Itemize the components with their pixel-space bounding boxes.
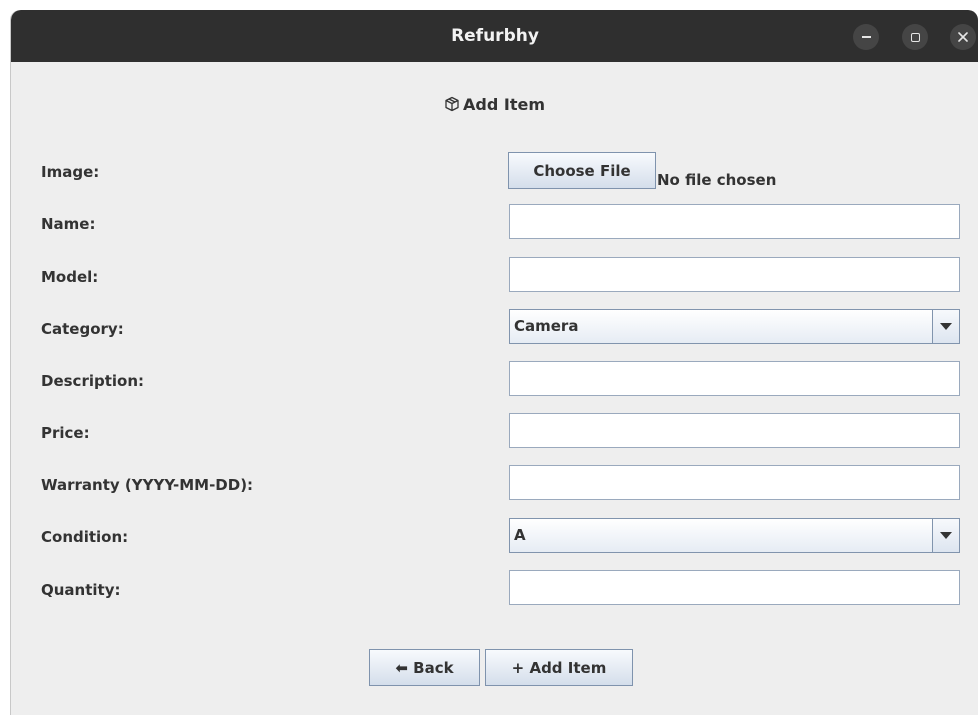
minimize-icon: [861, 36, 871, 38]
description-input[interactable]: [509, 361, 960, 396]
maximize-icon: [910, 32, 920, 42]
condition-label: Condition:: [41, 528, 129, 546]
chevron-down-icon: [940, 323, 952, 330]
category-dropdown-button[interactable]: [932, 310, 959, 343]
model-input[interactable]: [509, 257, 960, 292]
app-window: Refurbhy Add Item Image: Choose File No …: [10, 10, 978, 715]
category-select[interactable]: Camera: [509, 309, 960, 344]
condition-select[interactable]: A: [509, 518, 960, 553]
close-button[interactable]: [950, 24, 976, 50]
price-input[interactable]: [509, 413, 960, 448]
description-label: Description:: [41, 372, 145, 390]
title-bar[interactable]: Refurbhy: [11, 10, 978, 62]
maximize-button[interactable]: [902, 24, 928, 50]
choose-file-button[interactable]: Choose File: [508, 152, 656, 189]
category-label: Category:: [41, 320, 124, 338]
condition-dropdown-button[interactable]: [932, 519, 959, 552]
package-icon: [445, 96, 459, 112]
form-heading-text: Add Item: [463, 95, 545, 114]
condition-selected-value: A: [514, 526, 526, 544]
quantity-input[interactable]: [509, 570, 960, 605]
window-title: Refurbhy: [451, 26, 539, 46]
form-heading: Add Item: [11, 95, 978, 114]
category-selected-value: Camera: [514, 317, 579, 335]
close-icon: [958, 32, 968, 42]
warranty-label: Warranty (YYYY-MM-DD):: [41, 476, 254, 494]
name-label: Name:: [41, 215, 96, 233]
warranty-input[interactable]: [509, 465, 960, 500]
model-label: Model:: [41, 268, 99, 286]
minimize-button[interactable]: [853, 24, 879, 50]
chevron-down-icon: [940, 532, 952, 539]
back-button[interactable]: ⬅ Back: [369, 649, 480, 686]
name-input[interactable]: [509, 204, 960, 239]
image-label: Image:: [41, 163, 100, 181]
add-item-button[interactable]: + Add Item: [485, 649, 633, 686]
quantity-label: Quantity:: [41, 581, 121, 599]
price-label: Price:: [41, 424, 90, 442]
no-file-text: No file chosen: [657, 171, 777, 189]
